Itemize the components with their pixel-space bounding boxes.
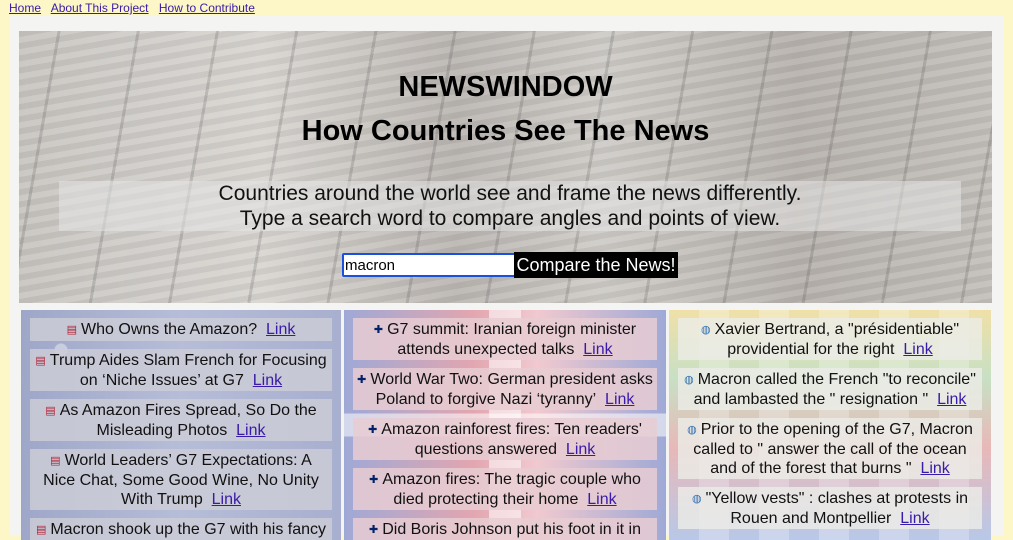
- uk-flag-icon: ✚: [368, 524, 379, 536]
- uk-flag-icon: ✚: [357, 374, 367, 386]
- list-item: ✚ Amazon rainforest fires: Ten readers' q…: [353, 418, 657, 460]
- us-flag-icon: ▤: [45, 405, 56, 417]
- list-item: ▤ As Amazon Fires Spread, So Do the Misle…: [30, 399, 332, 441]
- list-item: ◍ Xavier Bertrand, a "présidentiable" pro…: [678, 318, 982, 360]
- list-item: ▤ Trump Aides Slam French for Focusing on…: [30, 349, 332, 391]
- us-flag-icon: ▤: [66, 324, 78, 336]
- article-link[interactable]: Link: [587, 491, 616, 508]
- us-flag-icon: ▤: [50, 455, 61, 467]
- globe-icon: ◍: [684, 374, 694, 386]
- search-input[interactable]: [342, 253, 516, 277]
- list-item: ✚ Did Boris Johnson put his foot in it in: [353, 518, 657, 540]
- article-link[interactable]: Link: [266, 321, 295, 338]
- tagline-line-2: Type a search word to compare angles and…: [239, 207, 781, 230]
- nav-link-about[interactable]: About This Project: [51, 1, 149, 15]
- list-item: ✚ World War Two: German president asks Po…: [353, 368, 657, 410]
- tagline: Countries around the world see and frame…: [59, 181, 961, 231]
- site-title: NEWSWINDOW: [398, 71, 613, 103]
- compare-news-button[interactable]: Compare the News!: [514, 252, 678, 278]
- globe-icon: ◍: [691, 493, 702, 505]
- uk-flag-icon: ✚: [368, 424, 378, 436]
- list-item: ✚ G7 summit: Iranian foreign minister att…: [353, 318, 657, 360]
- article-link[interactable]: Link: [212, 491, 241, 508]
- uk-news-column: ✚ G7 summit: Iranian foreign minister att…: [344, 310, 666, 540]
- nav-link-contribute[interactable]: How to Contribute: [159, 1, 255, 15]
- article-link[interactable]: Link: [605, 391, 634, 408]
- globe-icon: ◍: [687, 424, 697, 436]
- list-item: ◍ "Yellow vests" : clashes at protests in…: [678, 487, 982, 529]
- article-link[interactable]: Link: [253, 372, 282, 389]
- uk-flag-icon: ✚: [373, 324, 384, 336]
- globe-icon: ◍: [701, 324, 711, 336]
- article-link[interactable]: Link: [920, 460, 949, 477]
- article-link[interactable]: Link: [903, 341, 932, 358]
- article-link[interactable]: Link: [583, 341, 612, 358]
- list-item: ◍ Macron called the French "to reconcile"…: [678, 368, 982, 410]
- article-link[interactable]: Link: [937, 391, 966, 408]
- article-link[interactable]: Link: [900, 510, 929, 527]
- top-navigation: Home About This Project How to Contribut…: [9, 0, 262, 16]
- list-item: ▤ Macron shook up the G7 with his fancy: [30, 518, 332, 540]
- site-subtitle: How Countries See The News: [301, 115, 710, 147]
- list-item: ▤ World Leaders’ G7 Expectations: A Nice …: [30, 449, 332, 510]
- list-item: ▤ Who Owns the Amazon? Link: [30, 318, 332, 341]
- hero-banner: NEWSWINDOW How Countries See The News Co…: [19, 31, 992, 303]
- article-link[interactable]: Link: [236, 422, 265, 439]
- world-news-column: ◍ Xavier Bertrand, a "présidentiable" pro…: [669, 310, 991, 540]
- list-item: ✚ Amazon fires: The tragic couple who die…: [353, 468, 657, 510]
- us-flag-icon: ▤: [35, 524, 47, 536]
- us-flag-icon: ▤: [35, 355, 46, 367]
- article-link[interactable]: Link: [566, 441, 595, 458]
- nav-link-home[interactable]: Home: [9, 1, 41, 15]
- uk-flag-icon: ✚: [369, 474, 379, 486]
- tagline-line-1: Countries around the world see and frame…: [218, 182, 802, 205]
- us-news-column: ▤ Who Owns the Amazon? Link ▤ Trump Aides …: [21, 310, 341, 540]
- list-item: ◍ Prior to the opening of the G7, Macron …: [678, 418, 982, 479]
